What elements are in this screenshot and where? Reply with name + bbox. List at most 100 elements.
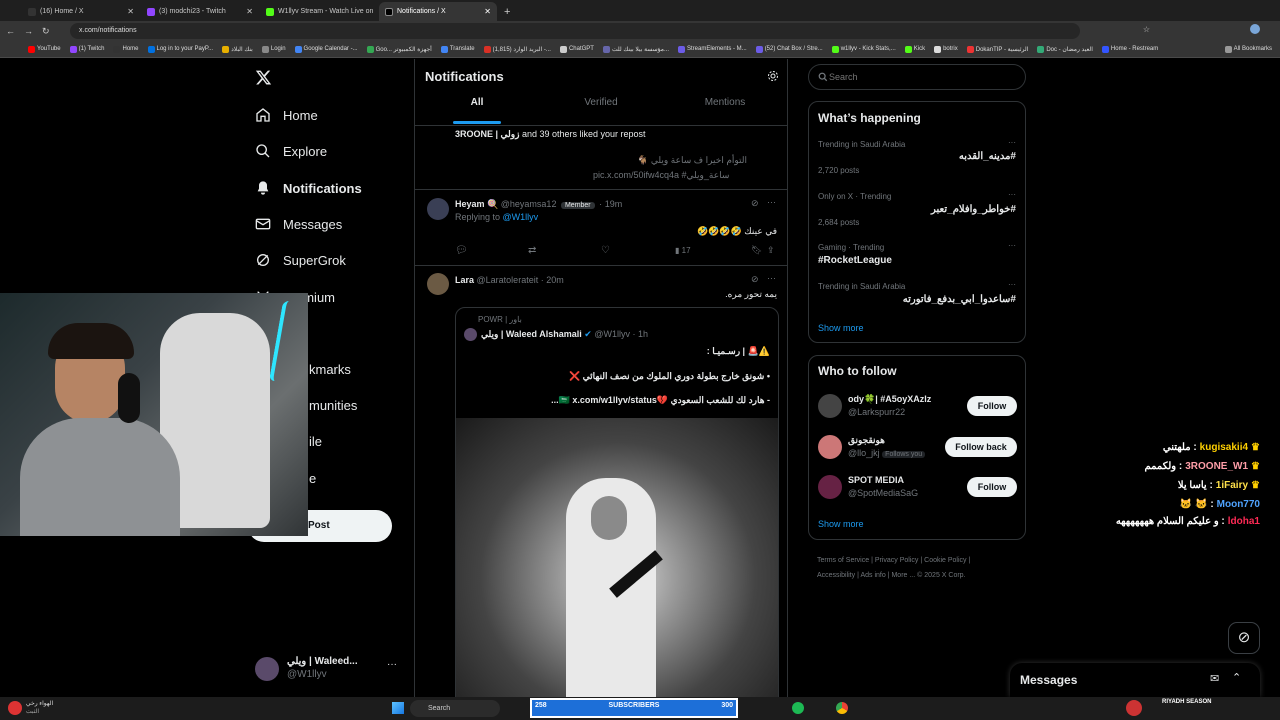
- more-icon[interactable]: ···: [767, 197, 776, 207]
- footer-link[interactable]: Ads info: [860, 572, 885, 579]
- expand-icon[interactable]: ⌃: [1232, 671, 1241, 684]
- trend-item[interactable]: Gaming · Trending ··· #RocketLeague: [809, 239, 1025, 273]
- bookmark-item[interactable]: Log in to your PayP...: [147, 45, 213, 53]
- follow-suggestion[interactable]: SPOT MEDIA @SpotMediaSaG Follow: [809, 473, 1025, 503]
- url-field[interactable]: x.com/notifications: [70, 23, 1080, 39]
- bookmark-item[interactable]: (52) Chat Box / Stre...: [755, 45, 823, 53]
- bookmark-item[interactable]: Translate: [440, 45, 475, 53]
- back-icon[interactable]: ←: [6, 26, 15, 36]
- grok-icon[interactable]: ⊘: [751, 198, 759, 209]
- more-icon[interactable]: ···: [1008, 241, 1016, 250]
- bookmark-item[interactable]: (1) Twitch: [69, 45, 104, 53]
- footer-link[interactable]: More ...: [891, 572, 915, 579]
- follow-button[interactable]: Follow: [967, 477, 1017, 497]
- account-switcher[interactable]: ويلي | Waleed... @W1llyv ···: [255, 656, 405, 684]
- taskbar-search[interactable]: Search: [410, 700, 500, 717]
- nav-notifications[interactable]: Notifications: [255, 180, 362, 196]
- bookmark-item[interactable]: بنك البلاد: [222, 45, 253, 53]
- quoted-image[interactable]: [456, 418, 778, 699]
- nav-supergrok[interactable]: SuperGrok: [255, 252, 346, 268]
- x-logo-icon[interactable]: [255, 69, 272, 86]
- like-notification[interactable]: 3ROONE | زولي and 39 others liked your r…: [455, 129, 646, 140]
- profile-avatar[interactable]: [1250, 24, 1260, 34]
- follow-button[interactable]: Follow: [967, 396, 1017, 416]
- nav-explore[interactable]: Explore: [255, 143, 327, 159]
- footer-link[interactable]: Privacy Policy: [875, 557, 919, 564]
- nav-messages[interactable]: Messages: [255, 216, 342, 232]
- browser-tab-1[interactable]: (3) modchi23 - Twitch ✕: [141, 2, 259, 21]
- browser-tab-3[interactable]: Notifications / X ✕: [379, 2, 497, 21]
- grok-floating-button[interactable]: ⊘: [1228, 622, 1260, 654]
- footer-link[interactable]: Cookie Policy: [924, 557, 966, 564]
- all-bookmarks[interactable]: All Bookmarks: [1224, 45, 1272, 53]
- close-tab-icon[interactable]: ✕: [127, 7, 134, 16]
- tab-all[interactable]: All: [415, 97, 539, 108]
- tab-verified[interactable]: Verified: [539, 97, 663, 108]
- footer-link[interactable]: Accessibility: [817, 572, 855, 579]
- reply-icon[interactable]: 💬︎: [455, 245, 468, 256]
- tab-mentions[interactable]: Mentions: [663, 97, 787, 108]
- close-tab-icon[interactable]: ✕: [377, 7, 378, 16]
- more-icon[interactable]: ···: [1008, 138, 1016, 147]
- more-icon[interactable]: ···: [1008, 190, 1016, 199]
- avatar[interactable]: [427, 198, 449, 220]
- footer-link[interactable]: Terms of Service: [817, 557, 869, 564]
- bookmark-item[interactable]: Google Calendar -...: [294, 45, 358, 53]
- new-tab-button[interactable]: +: [498, 6, 516, 21]
- nav-bookmarks[interactable]: kmarks: [309, 362, 351, 377]
- show-more-link[interactable]: Show more: [818, 323, 864, 333]
- nav-communities[interactable]: munities: [309, 398, 357, 413]
- bookmark-item[interactable]: Goo... أجهزة الكمبيوتر: [366, 45, 432, 53]
- grok-icon[interactable]: ⊘: [751, 274, 759, 285]
- bookmark-item[interactable]: البريد الوارد (1,815) -...: [483, 45, 551, 53]
- bookmark-star-icon[interactable]: ☆: [1143, 25, 1150, 34]
- windows-start-icon[interactable]: [392, 702, 404, 714]
- search-input[interactable]: [829, 69, 1019, 85]
- bookmark-item[interactable]: w1llyv - Kick Stats,...: [831, 45, 896, 53]
- bookmark-item[interactable]: botrix: [934, 45, 958, 53]
- close-tab-icon[interactable]: ✕: [246, 7, 253, 16]
- share-icon[interactable]: ⇪: [767, 245, 775, 256]
- show-more-link[interactable]: Show more: [818, 519, 864, 529]
- chrome-icon[interactable]: [836, 702, 848, 714]
- bookmark-icon[interactable]: 🔖︎: [751, 245, 762, 256]
- weather-text[interactable]: الهواء رخي: [26, 700, 53, 707]
- messages-drawer[interactable]: Messages ✉ ⌃: [1010, 663, 1260, 697]
- search-box[interactable]: [808, 64, 1026, 90]
- follow-suggestion[interactable]: هونقجونق @llo_jkj Follows you Follow bac…: [809, 433, 1025, 463]
- browser-tab-0[interactable]: (16) Home / X ✕: [22, 2, 140, 21]
- bookmark-item[interactable]: مؤسسة بيلا بينك للت...: [602, 45, 669, 53]
- gear-icon[interactable]: [767, 70, 779, 82]
- more-icon[interactable]: ···: [767, 273, 776, 283]
- retweet-icon[interactable]: ⇄: [528, 245, 536, 256]
- views-count[interactable]: ▮ 17: [675, 246, 691, 255]
- quoted-post[interactable]: POWR | باور ويلي | Waleed Alshamali ✔ @W…: [455, 307, 779, 699]
- like-icon[interactable]: ♡: [601, 245, 610, 256]
- bookmark-item[interactable]: StreamElements - M...: [678, 45, 747, 53]
- follow-suggestion[interactable]: ody🍀| #A5oyXAzlz @Larkspurr22 Follow: [809, 392, 1025, 422]
- trend-item[interactable]: Only on X · Trending ··· #خواطر_وافلام_ت…: [809, 188, 1025, 236]
- nav-profile[interactable]: ile: [309, 434, 322, 449]
- trend-item[interactable]: Trending in Saudi Arabia ··· #ساعدوا_ابي…: [809, 278, 1025, 312]
- more-icon[interactable]: ···: [1008, 280, 1016, 289]
- bookmark-item[interactable]: YouTube: [28, 45, 61, 53]
- close-tab-icon[interactable]: ✕: [484, 7, 491, 16]
- bookmark-item[interactable]: Login: [261, 45, 286, 53]
- reload-icon[interactable]: ↻: [42, 26, 50, 37]
- nav-home[interactable]: Home: [255, 107, 318, 123]
- avatar[interactable]: [427, 273, 449, 295]
- forward-icon[interactable]: →: [24, 26, 33, 36]
- bookmark-item[interactable]: Home - Restream: [1101, 45, 1158, 53]
- bookmark-item[interactable]: ChatGPT: [559, 45, 594, 53]
- bookmark-item[interactable]: DokanTIP - الرئيسية: [966, 45, 1028, 53]
- app-icon[interactable]: [1126, 700, 1142, 716]
- bookmark-item[interactable]: Doc - العيد رمضان: [1037, 45, 1093, 53]
- follow-back-button[interactable]: Follow back: [945, 437, 1017, 457]
- bookmark-item[interactable]: Home: [113, 45, 139, 53]
- trend-item[interactable]: Trending in Saudi Arabia ··· #مدينه_القد…: [809, 136, 1025, 184]
- browser-tab-2[interactable]: W1llyv Stream - Watch Live on✕: [260, 2, 378, 21]
- nav-more[interactable]: e: [309, 471, 316, 486]
- spotify-icon[interactable]: [792, 702, 804, 714]
- compose-message-icon[interactable]: ✉: [1210, 672, 1219, 685]
- bookmark-item[interactable]: Kick: [904, 45, 925, 53]
